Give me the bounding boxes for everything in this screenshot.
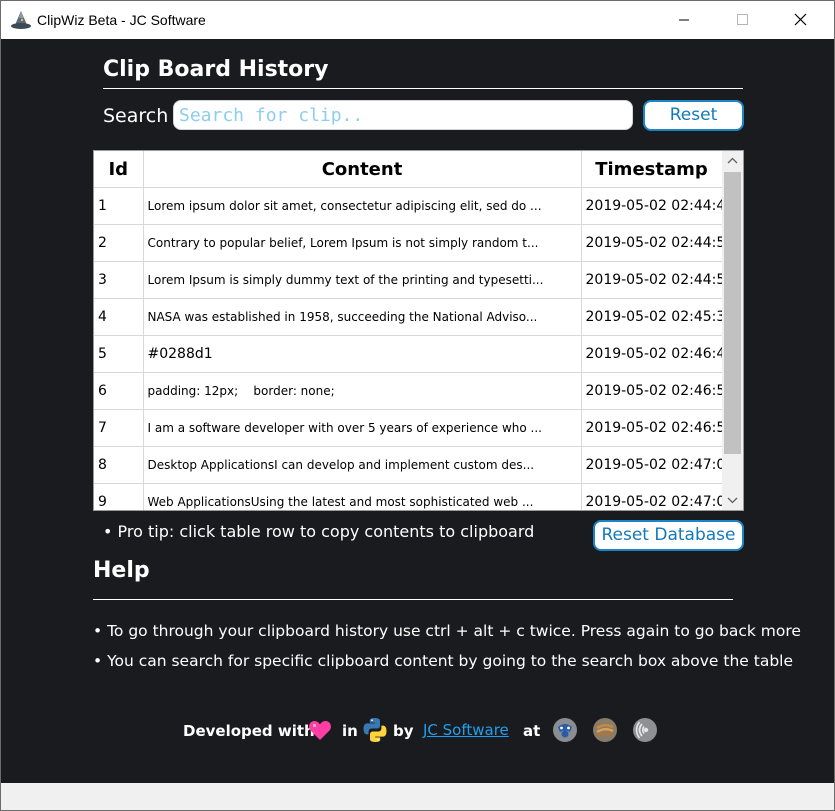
footer-developed-with: Developed with (183, 722, 315, 740)
row-timestamp: 2019-05-02 02:47:07 (581, 483, 723, 510)
scrollbar-thumb[interactable] (724, 172, 741, 454)
row-timestamp: 2019-05-02 02:44:54 (581, 224, 723, 262)
row-content: Lorem Ipsum is simply dummy text of the … (143, 261, 582, 299)
close-icon[interactable] (777, 1, 823, 39)
main-content: Clip Board History Search Reset Id Conte… (1, 39, 834, 783)
row-id: 7 (94, 409, 144, 447)
footer-by: by (393, 722, 414, 740)
row-id: 9 (94, 483, 144, 510)
table-row[interactable]: 8 Desktop ApplicationsI can develop and … (94, 446, 723, 484)
row-timestamp: 2019-05-02 02:44:59 (581, 261, 723, 299)
row-timestamp: 2019-05-02 02:47:04 (581, 446, 723, 484)
app-window: ClipWiz Beta - JC Software Clip Board Hi… (0, 0, 835, 811)
wizard-hat-icon (11, 11, 31, 29)
minimize-icon[interactable] (661, 1, 707, 39)
scroll-up-icon[interactable] (722, 151, 743, 171)
row-timestamp: 2019-05-02 02:46:59 (581, 409, 723, 447)
row-id: 2 (94, 224, 144, 262)
row-content: NASA was established in 1958, succeeding… (143, 298, 582, 336)
row-timestamp: 2019-05-02 02:46:51 (581, 372, 723, 410)
row-id: 8 (94, 446, 144, 484)
column-header-content[interactable]: Content (143, 151, 582, 188)
heart-icon (309, 721, 331, 740)
row-id: 3 (94, 261, 144, 299)
wizard-logo-icon[interactable] (552, 717, 578, 743)
row-id: 6 (94, 372, 144, 410)
row-content: Web ApplicationsUsing the latest and mos… (143, 483, 582, 510)
table-row[interactable]: 4 NASA was established in 1958, succeedi… (94, 298, 723, 336)
python-icon (363, 718, 387, 742)
table-row[interactable]: 9 Web ApplicationsUsing the latest and m… (94, 483, 723, 510)
maximize-icon[interactable] (719, 1, 765, 39)
scroll-down-icon[interactable] (722, 490, 743, 510)
row-content: I am a software developer with over 5 ye… (143, 409, 582, 447)
window-title: ClipWiz Beta - JC Software (37, 12, 206, 28)
row-content: #0288d1 (143, 335, 582, 373)
reset-button[interactable]: Reset (643, 100, 744, 131)
clipboard-table-grid: Id Content Timestamp 1 Lorem ipsum dolor… (94, 151, 723, 510)
row-content: Desktop ApplicationsI can develop and im… (143, 446, 582, 484)
table-scrollbar[interactable] (722, 151, 743, 510)
column-header-id[interactable]: Id (94, 151, 144, 188)
company-link[interactable]: JC Software (423, 721, 509, 739)
row-timestamp: 2019-05-02 02:46:44 (581, 335, 723, 373)
row-id: 4 (94, 298, 144, 336)
row-content: Contrary to popular belief, Lorem Ipsum … (143, 224, 582, 262)
title-bar[interactable]: ClipWiz Beta - JC Software (1, 1, 834, 39)
help-item: • You can search for specific clipboard … (93, 652, 794, 670)
row-timestamp: 2019-05-02 02:44:45 (581, 187, 723, 225)
signal-logo-icon[interactable] (632, 717, 658, 743)
row-id: 1 (94, 187, 144, 225)
search-input[interactable] (173, 100, 633, 130)
table-row[interactable]: 7 I am a software developer with over 5 … (94, 409, 723, 447)
help-item: • To go through your clipboard history u… (93, 622, 801, 640)
footer-at: at (523, 722, 541, 740)
table-row[interactable]: 2 Contrary to popular belief, Lorem Ipsu… (94, 224, 723, 262)
search-label: Search (103, 105, 169, 127)
row-content: padding: 12px; border: none; (143, 372, 582, 410)
status-bar (1, 783, 834, 810)
help-divider (93, 599, 733, 600)
pro-tip: • Pro tip: click table row to copy conte… (103, 522, 535, 541)
table-row[interactable]: 6 padding: 12px; border: none; 2019-05-0… (94, 372, 723, 410)
clipboard-history-heading: Clip Board History (103, 57, 329, 82)
table-row[interactable]: 3 Lorem Ipsum is simply dummy text of th… (94, 261, 723, 299)
heading-divider (103, 88, 743, 89)
table-row[interactable]: 1 Lorem ipsum dolor sit amet, consectetu… (94, 187, 723, 225)
row-content: Lorem ipsum dolor sit amet, consectetur … (143, 187, 582, 225)
stack-logo-icon[interactable] (592, 717, 618, 743)
row-timestamp: 2019-05-02 02:45:33 (581, 298, 723, 336)
row-id: 5 (94, 335, 144, 373)
column-header-timestamp[interactable]: Timestamp (581, 151, 723, 188)
reset-database-button[interactable]: Reset Database (593, 520, 744, 551)
clipboard-table[interactable]: Id Content Timestamp 1 Lorem ipsum dolor… (93, 150, 744, 511)
table-row[interactable]: 5 #0288d1 2019-05-02 02:46:44 (94, 335, 723, 373)
help-heading: Help (93, 558, 150, 583)
footer-in: in (342, 722, 358, 740)
